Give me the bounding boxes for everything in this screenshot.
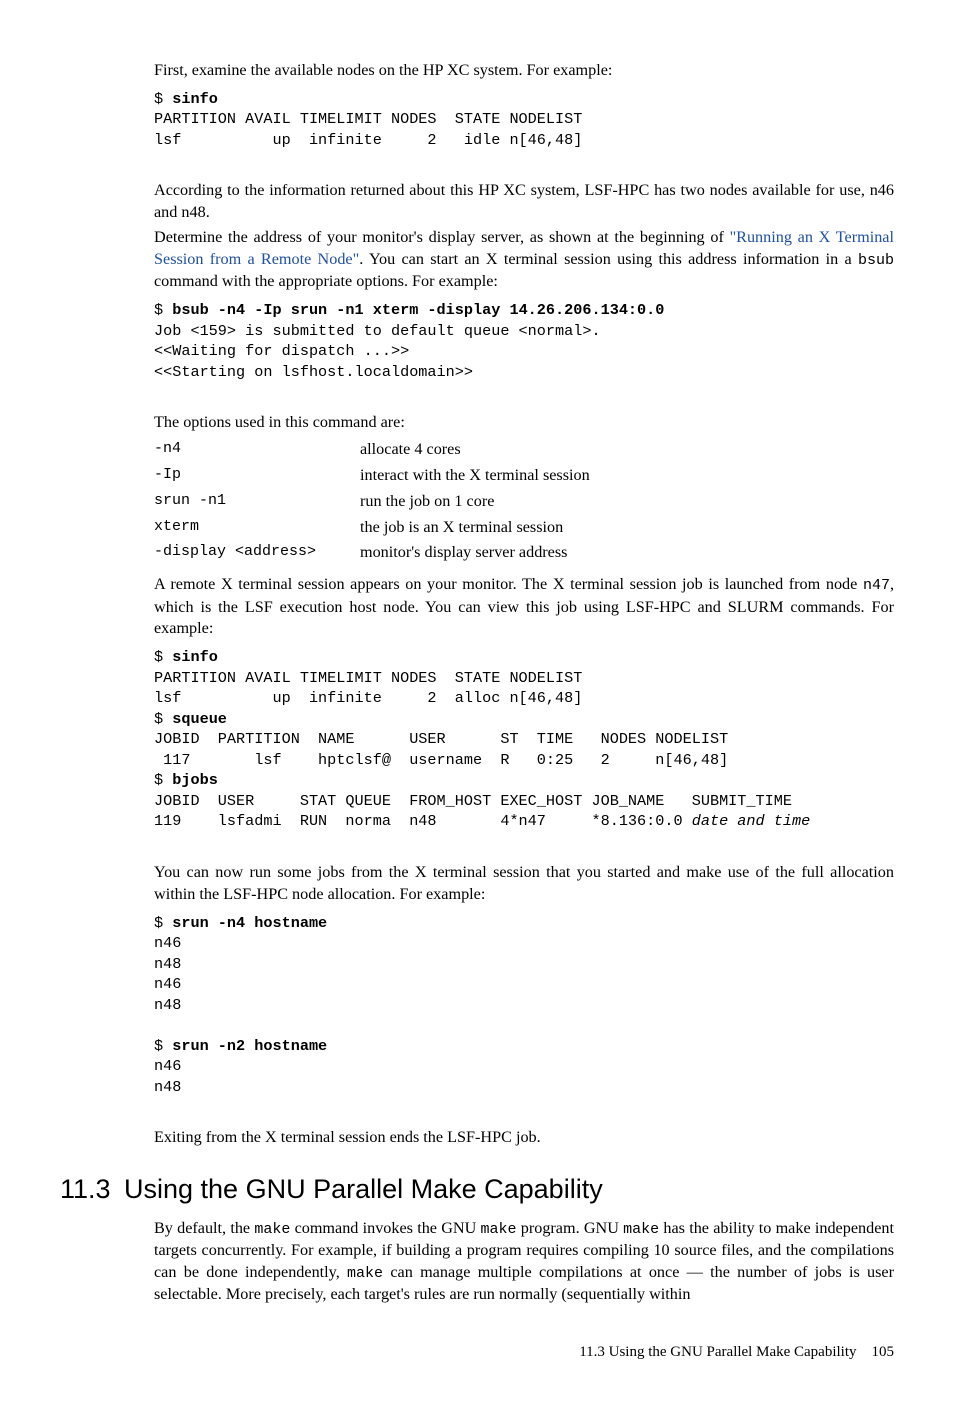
output: n46 n48 n46 n48 <box>154 934 181 1014</box>
prompt: $ <box>154 1037 172 1055</box>
table-row: -Ipinteract with the X terminal session <box>154 463 590 489</box>
command: srun -n2 hostname <box>172 1037 327 1055</box>
options-table: -n4allocate 4 cores -Ipinteract with the… <box>154 437 590 566</box>
section-title: Using the GNU Parallel Make Capability <box>124 1174 603 1204</box>
output: PARTITION AVAIL TIMELIMIT NODES STATE NO… <box>154 110 582 149</box>
code-block-bsub: $ bsub -n4 -Ip srun -n1 xterm -display 1… <box>154 300 894 382</box>
command: sinfo <box>172 90 218 108</box>
output-italic: date and time <box>692 812 810 830</box>
option-name: -n4 <box>154 437 360 463</box>
option-desc: interact with the X terminal session <box>360 463 590 489</box>
paragraph: The options used in this command are: <box>154 412 894 434</box>
output: JOBID USER STAT QUEUE FROM_HOST EXEC_HOS… <box>154 792 792 810</box>
prompt: $ <box>154 771 172 789</box>
output: Job <159> is submitted to default queue … <box>154 322 601 381</box>
page-number: 105 <box>872 1344 895 1360</box>
command: sinfo <box>172 648 218 666</box>
command: squeue <box>172 710 227 728</box>
text: program. GNU <box>517 1219 624 1237</box>
inline-code: bsub <box>858 252 894 269</box>
output: PARTITION AVAIL TIMELIMIT NODES STATE NO… <box>154 669 582 687</box>
option-desc: allocate 4 cores <box>360 437 590 463</box>
code-block-sinfo-1: $ sinfo PARTITION AVAIL TIMELIMIT NODES … <box>154 89 894 151</box>
option-name: -Ip <box>154 463 360 489</box>
option-name: xterm <box>154 515 360 541</box>
inline-code: make <box>623 1221 659 1238</box>
text: command with the appropriate options. Fo… <box>154 272 498 290</box>
paragraph: You can now run some jobs from the X ter… <box>154 862 894 906</box>
table-row: srun -n1run the job on 1 core <box>154 489 590 515</box>
paragraph: A remote X terminal session appears on y… <box>154 574 894 640</box>
paragraph: Determine the address of your monitor's … <box>154 227 894 293</box>
output: 119 lsfadmi RUN norma n48 4*n47 *8.136:0… <box>154 812 692 830</box>
table-row: -display <address>monitor's display serv… <box>154 540 590 566</box>
section-number: 11.3 <box>60 1171 124 1207</box>
paragraph: According to the information returned ab… <box>154 180 894 224</box>
page-footer: 11.3 Using the GNU Parallel Make Capabil… <box>60 1342 894 1362</box>
text: . You can start an X terminal session us… <box>359 250 858 268</box>
command: srun -n4 hostname <box>172 914 327 932</box>
table-row: xtermthe job is an X terminal session <box>154 515 590 541</box>
prompt: $ <box>154 90 172 108</box>
inline-code: make <box>254 1221 290 1238</box>
paragraph: Exiting from the X terminal session ends… <box>154 1127 894 1149</box>
prompt: $ <box>154 914 172 932</box>
inline-code: make <box>347 1265 383 1282</box>
output: lsf up infinite 2 alloc n[46,48] <box>154 689 582 707</box>
prompt: $ <box>154 710 172 728</box>
output: n46 n48 <box>154 1057 181 1096</box>
command: bsub -n4 -Ip srun -n1 xterm -display 14.… <box>172 301 664 319</box>
code-block-srun: $ srun -n4 hostname n46 n48 n46 n48 $ sr… <box>154 913 894 1098</box>
paragraph: First, examine the available nodes on th… <box>154 60 894 82</box>
command: bjobs <box>172 771 218 789</box>
option-name: srun -n1 <box>154 489 360 515</box>
table-row: -n4allocate 4 cores <box>154 437 590 463</box>
inline-code: n47 <box>863 577 890 594</box>
option-desc: the job is an X terminal session <box>360 515 590 541</box>
option-desc: run the job on 1 core <box>360 489 590 515</box>
text: command invokes the GNU <box>290 1219 480 1237</box>
text: Determine the address of your monitor's … <box>154 228 730 246</box>
paragraph: By default, the make command invokes the… <box>154 1218 894 1306</box>
output: 117 lsf hptclsf@ username R 0:25 2 n[46,… <box>154 751 728 769</box>
option-desc: monitor's display server address <box>360 540 590 566</box>
prompt: $ <box>154 301 172 319</box>
text: By default, the <box>154 1219 254 1237</box>
output: JOBID PARTITION NAME USER ST TIME NODES … <box>154 730 728 748</box>
prompt: $ <box>154 648 172 666</box>
section-heading: 11.3Using the GNU Parallel Make Capabili… <box>60 1171 894 1207</box>
inline-code: make <box>481 1221 517 1238</box>
footer-text: 11.3 Using the GNU Parallel Make Capabil… <box>579 1344 856 1360</box>
code-block-jobs: $ sinfo PARTITION AVAIL TIMELIMIT NODES … <box>154 647 894 832</box>
text: A remote X terminal session appears on y… <box>154 575 863 593</box>
option-name: -display <address> <box>154 540 360 566</box>
